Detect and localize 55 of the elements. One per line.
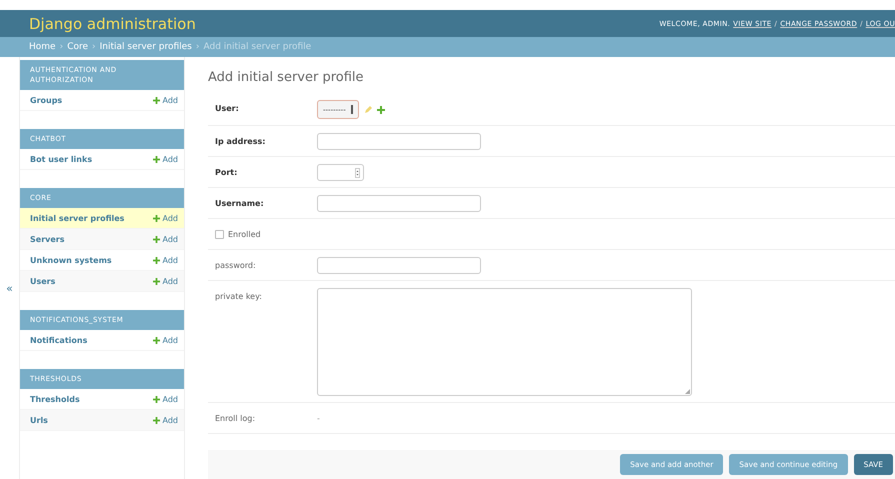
textarea-field[interactable] [317,288,692,396]
plus-icon [152,278,160,284]
field-value: - [317,413,320,425]
field-label: private key: [215,292,262,301]
field-label: password: [215,261,256,270]
plus-icon [152,336,160,344]
plus-icon [152,236,160,242]
add-link[interactable]: Add [152,416,178,424]
spinner-icon[interactable] [355,168,360,178]
resize-grip-icon[interactable] [685,389,690,394]
field-label: Enrolled [228,229,261,241]
field-label: User: [215,104,239,113]
page-title: Add initial server profile [208,70,365,85]
field-label: Port: [215,168,238,177]
plus-icon [152,396,160,402]
separator: › [196,42,200,52]
sidebar-item[interactable]: Bot user links Add [20,149,184,170]
add-link[interactable]: Add [152,276,178,286]
plus-icon [152,96,160,104]
add-link[interactable]: Add [152,256,178,264]
plus-icon [152,416,160,424]
sidebar-item[interactable]: Urls Add [20,410,184,431]
plus-icon [152,156,160,162]
sidebar-item[interactable]: Notifications Add [20,330,184,351]
plus-icon [152,214,160,222]
site-title[interactable]: Django administration [29,14,196,32]
breadcrumb-link[interactable]: Initial server profiles [100,42,192,52]
add-link[interactable]: Add [152,394,178,404]
breadcrumb-current: Add initial server profile [203,42,312,52]
plus-icon[interactable] [377,106,385,114]
separator: › [92,42,96,52]
field-label: Ip address: [215,137,266,146]
sidebar-item[interactable]: Initial server profiles Add [20,208,184,229]
plus-icon [152,256,160,264]
breadcrumb-link[interactable]: Core [67,42,88,52]
sidebar-item[interactable]: Groups Add [20,90,184,111]
field-label: Enroll log: [215,414,256,423]
field-label: Username: [215,199,264,208]
input-field[interactable] [317,133,481,150]
input-field[interactable] [317,257,481,274]
collapse-toggle[interactable]: « [6,283,13,294]
checkbox[interactable] [215,230,224,239]
sidebar-item[interactable]: Servers Add [20,229,184,250]
separator: › [60,42,64,52]
pencil-icon[interactable] [364,106,372,114]
caret-icon [351,105,353,114]
breadcrumb-link[interactable]: Home [29,42,56,52]
add-link[interactable]: Add [152,96,178,104]
add-link[interactable]: Add [152,336,178,344]
number-field[interactable] [317,164,364,181]
add-link[interactable]: Add [152,214,178,222]
add-link[interactable]: Add [152,154,178,164]
input-field[interactable] [317,195,481,212]
add-link[interactable]: Add [152,234,178,244]
sidebar-item[interactable]: Users Add [20,271,184,292]
